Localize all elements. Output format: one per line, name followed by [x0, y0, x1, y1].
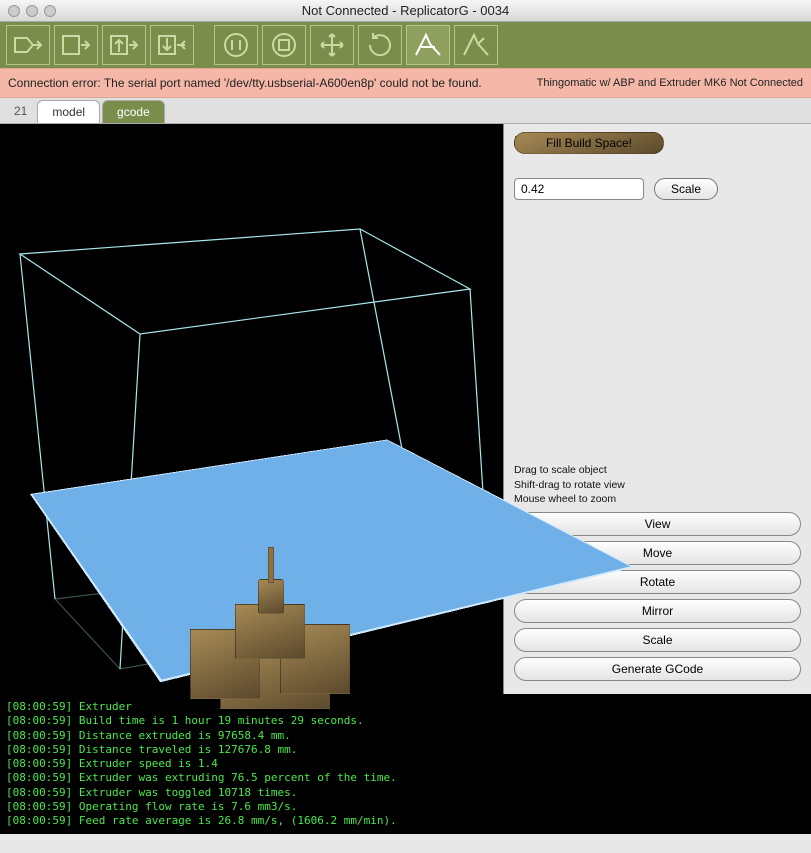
move-icon	[315, 30, 349, 60]
toolbar-upload-button[interactable]	[102, 25, 146, 65]
generate-gcode-button[interactable]: Generate GCode	[514, 657, 801, 681]
toolbar-download-button[interactable]	[150, 25, 194, 65]
toolbar-script-a-button[interactable]	[406, 25, 450, 65]
toolbar-move-button[interactable]	[310, 25, 354, 65]
tab-row: 21 model gcode	[0, 98, 811, 124]
error-bar: Connection error: The serial port named …	[0, 68, 811, 98]
toolbar-stop-button[interactable]	[262, 25, 306, 65]
script-a-icon	[411, 30, 445, 60]
model-geometry	[180, 569, 360, 729]
open-icon	[11, 30, 45, 60]
mirror-button[interactable]: Mirror	[514, 599, 801, 623]
toolbar-pause-button[interactable]	[214, 25, 258, 65]
scale-input[interactable]	[514, 178, 644, 200]
console-line: [08:00:59] Extruder speed is 1.4	[6, 757, 805, 771]
scale-button[interactable]: Scale	[654, 178, 718, 200]
console[interactable]: [08:00:59] Extruder[08:00:59] Build time…	[0, 694, 811, 834]
error-message: Connection error: The serial port named …	[8, 76, 482, 90]
toolbar-rotate-button[interactable]	[358, 25, 402, 65]
workspace: Scale object Scale inches->mm mm->inches…	[0, 124, 811, 694]
connection-status: Thingomatic w/ ABP and Extruder MK6 Not …	[537, 77, 803, 89]
console-line: [08:00:59] Extruder was toggled 10718 ti…	[6, 786, 805, 800]
zoom-window-button[interactable]	[44, 5, 56, 17]
pause-icon	[219, 30, 253, 60]
toolbar-save-button[interactable]	[54, 25, 98, 65]
viewport-3d[interactable]	[0, 124, 504, 694]
minimize-window-button[interactable]	[26, 5, 38, 17]
rotate-icon	[363, 30, 397, 60]
main-toolbar	[0, 22, 811, 68]
window-title: Not Connected - ReplicatorG - 0034	[0, 3, 811, 18]
window-controls	[0, 5, 56, 17]
script-b-icon	[459, 30, 493, 60]
help-text: Drag to scale object Shift-drag to rotat…	[514, 463, 801, 506]
fill-build-space-button[interactable]: Fill Build Space!	[514, 132, 664, 154]
toolbar-open-button[interactable]	[6, 25, 50, 65]
console-line: [08:00:59] Feed rate average is 26.8 mm/…	[6, 814, 805, 828]
stop-icon	[267, 30, 301, 60]
upload-icon	[107, 30, 141, 60]
console-line: [08:00:59] Extruder	[6, 700, 805, 714]
download-icon	[155, 30, 189, 60]
scale-mode-button[interactable]: Scale	[514, 628, 801, 652]
console-line: [08:00:59] Distance traveled is 127676.8…	[6, 743, 805, 757]
side-panel: Scale object Scale inches->mm mm->inches…	[504, 124, 811, 694]
console-line: [08:00:59] Distance extruded is 97658.4 …	[6, 729, 805, 743]
titlebar: Not Connected - ReplicatorG - 0034	[0, 0, 811, 22]
console-line: [08:00:59] Extruder was extruding 76.5 p…	[6, 771, 805, 785]
tab-model[interactable]: model	[37, 100, 100, 123]
tab-gcode[interactable]: gcode	[102, 100, 165, 123]
console-line: [08:00:59] Build time is 1 hour 19 minut…	[6, 714, 805, 728]
line-number: 21	[6, 100, 35, 122]
toolbar-script-b-button[interactable]	[454, 25, 498, 65]
console-line: [08:00:59] Operating flow rate is 7.6 mm…	[6, 800, 805, 814]
save-icon	[59, 30, 93, 60]
close-window-button[interactable]	[8, 5, 20, 17]
